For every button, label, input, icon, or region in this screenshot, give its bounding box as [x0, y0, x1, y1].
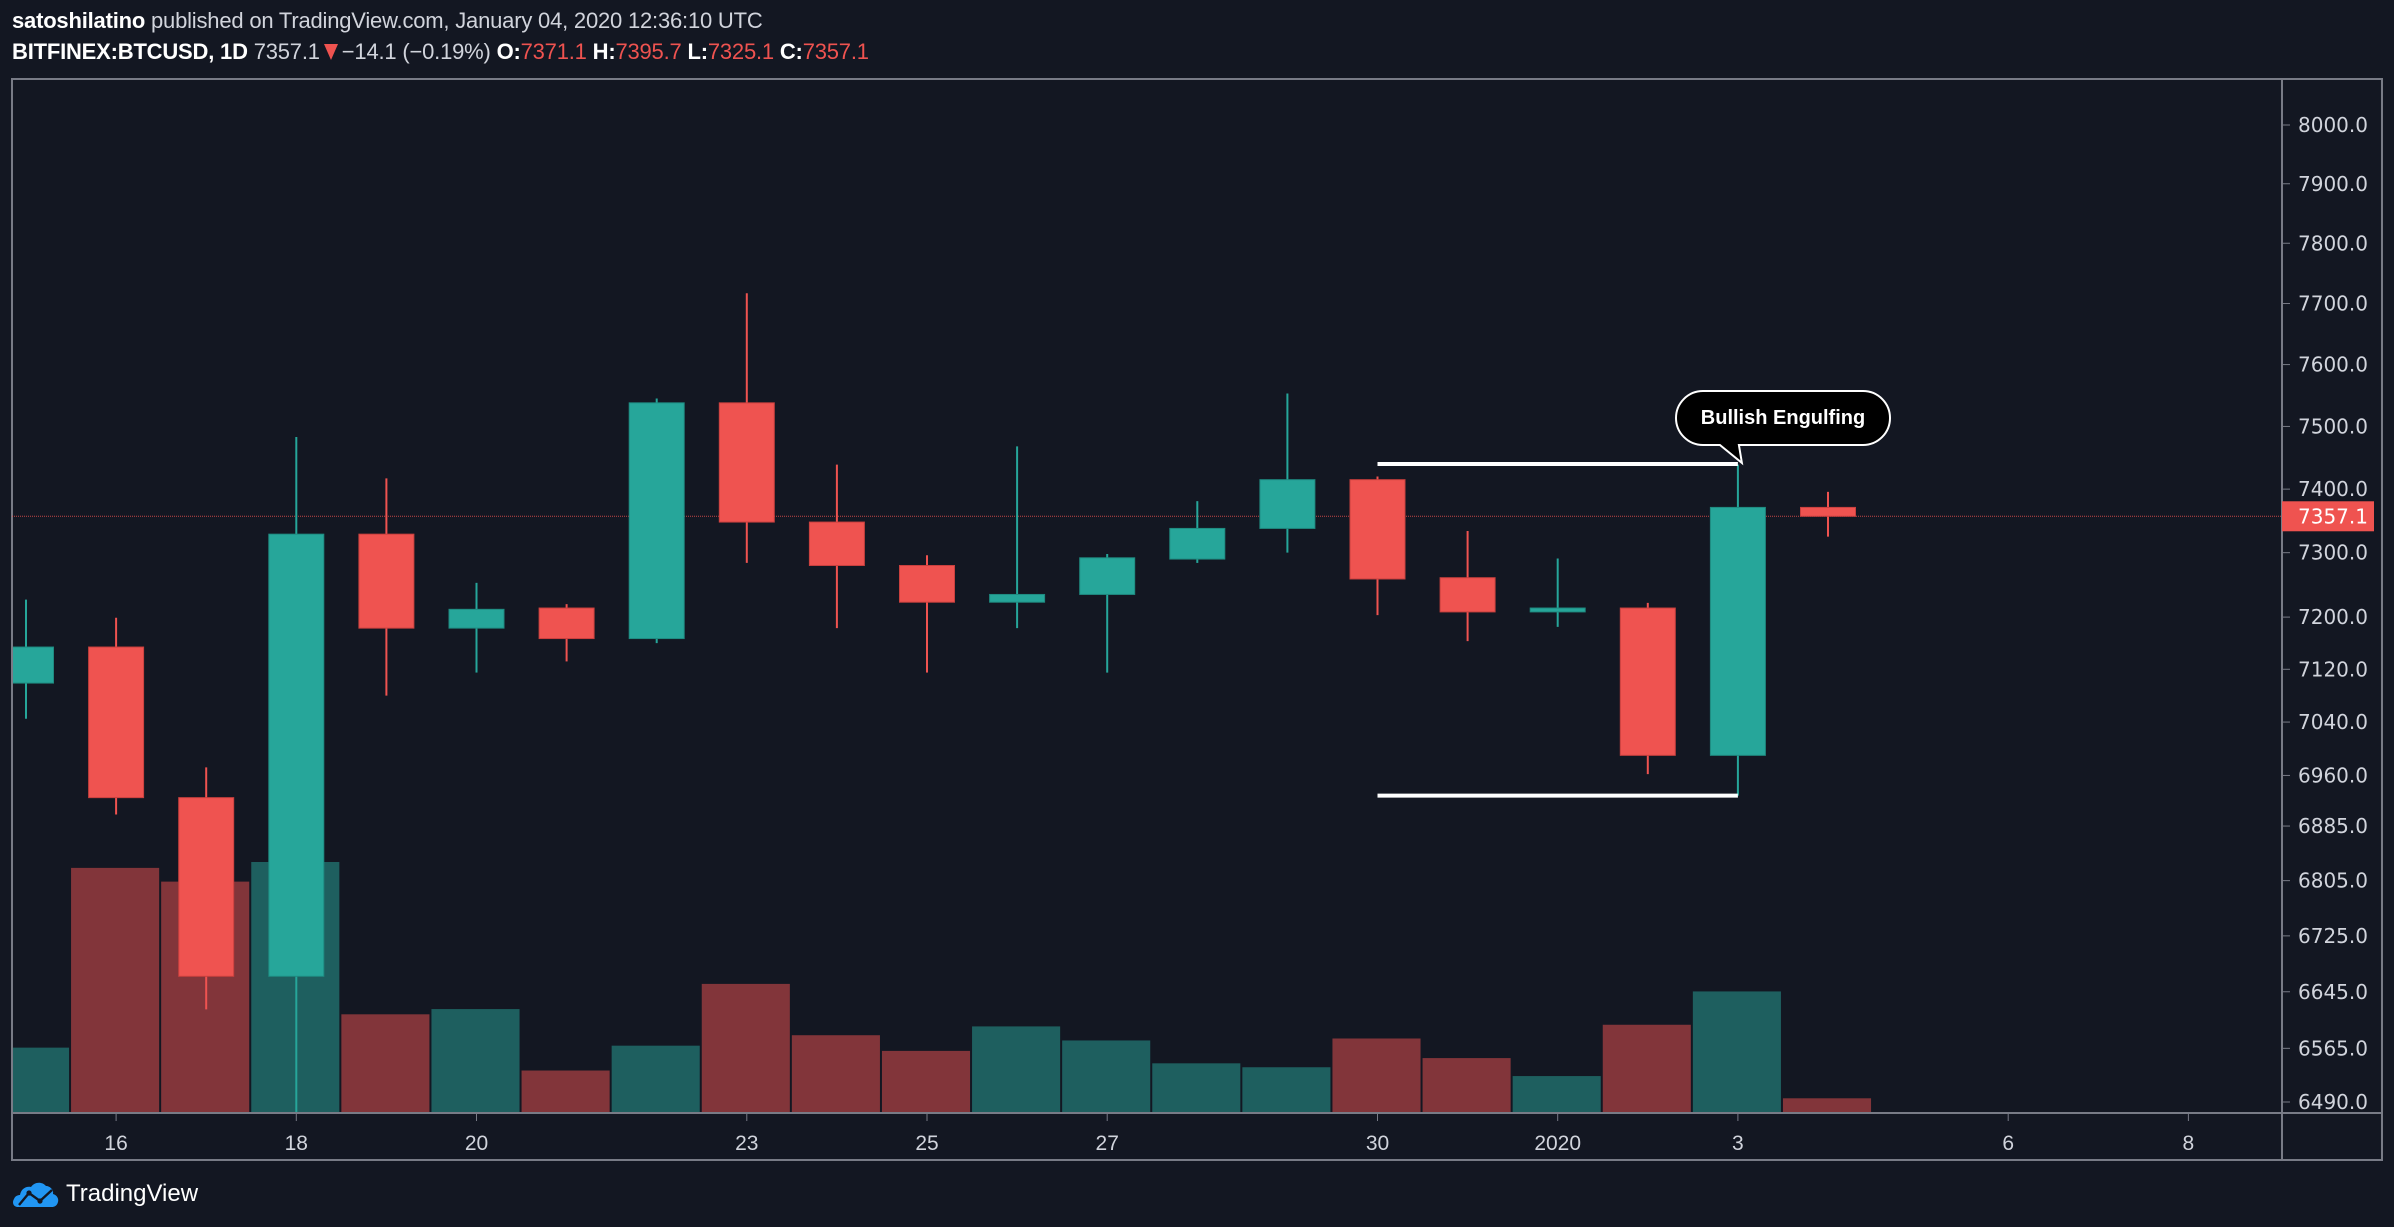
price-tick-label: 7200.0	[2298, 605, 2368, 629]
candle-body	[1259, 479, 1316, 529]
price-tick-label: 7600.0	[2298, 353, 2368, 377]
price-tick-label: 6885.0	[2298, 814, 2368, 838]
volume-bar	[71, 867, 160, 1112]
price-tick-label: 7120.0	[2298, 657, 2368, 681]
time-tick-label: 23	[735, 1132, 758, 1155]
candle-body	[989, 593, 1046, 603]
volume-bar	[341, 1014, 430, 1112]
candle-body	[1169, 527, 1226, 560]
volume-bar	[1602, 1024, 1691, 1112]
candle	[808, 464, 865, 629]
candle-body	[358, 533, 415, 629]
candle-body	[13, 646, 54, 684]
candle	[178, 767, 235, 1010]
candle-body	[1349, 479, 1406, 580]
price-tick-label: 8000.0	[2298, 113, 2368, 137]
candle-body	[1529, 607, 1586, 613]
candle	[899, 555, 955, 673]
candle-body	[178, 797, 235, 977]
time-tick-label: 18	[285, 1132, 308, 1155]
candle	[1619, 602, 1676, 775]
candle-body	[628, 402, 685, 640]
time-tick-label: 20	[465, 1132, 488, 1155]
candle	[1439, 530, 1496, 642]
time-tick-label: 3	[1732, 1132, 1744, 1155]
time-tick-label: 2020	[1534, 1132, 1581, 1155]
price-tick-label: 6565.0	[2298, 1036, 2368, 1060]
volume-bar	[1152, 1063, 1241, 1112]
candle-body	[808, 521, 865, 566]
candle	[538, 604, 595, 662]
candle-body	[268, 533, 325, 977]
price-axis[interactable]: 8000.0 7900.0 7800.0 7700.0 7600.0 7500.0 7400…	[2282, 113, 2374, 1114]
volume-bar	[1062, 1040, 1151, 1112]
candle-body	[88, 646, 145, 799]
price-tick-label: 6490.0	[2298, 1090, 2368, 1114]
volume-bar	[13, 1047, 70, 1112]
time-tick-label: 8	[2183, 1132, 2195, 1155]
time-tick-label: 27	[1096, 1132, 1119, 1155]
candle	[1800, 491, 1856, 537]
candle	[88, 617, 145, 815]
candle-body	[538, 607, 595, 640]
candle-body	[1439, 577, 1496, 613]
volume-bar	[1692, 991, 1781, 1112]
candle	[13, 599, 54, 719]
volume-bar	[521, 1070, 610, 1112]
price-tick-label: 7800.0	[2298, 231, 2368, 255]
time-tick-label: 6	[2002, 1132, 2014, 1155]
tradingview-cloud-icon	[13, 1182, 59, 1207]
volume-bar	[431, 1009, 520, 1112]
candlestick-chart[interactable]: Bullish Engulfing 8000.0 7900.0 7800.0 7700…	[0, 0, 2394, 1227]
price-tick-label: 7500.0	[2298, 414, 2368, 438]
volume-bar	[1422, 1058, 1511, 1112]
tradingview-brand: TradingView	[66, 1180, 199, 1207]
price-tick-label: 7400.0	[2298, 477, 2368, 501]
time-tick-label: 25	[915, 1132, 938, 1155]
candle	[1529, 558, 1586, 627]
volume-bar	[701, 983, 790, 1112]
candle	[358, 478, 415, 696]
price-tick-label: 7700.0	[2298, 292, 2368, 316]
tradingview-logo[interactable]: TradingView	[12, 1180, 198, 1208]
candle	[628, 398, 685, 644]
candle	[718, 293, 775, 563]
time-tick-label: 16	[104, 1132, 127, 1155]
candle-body	[448, 608, 505, 629]
price-tick-label: 6725.0	[2298, 924, 2368, 948]
candle-body	[718, 402, 775, 523]
price-tick-label: 7300.0	[2298, 541, 2368, 565]
candle-body	[1079, 557, 1136, 595]
volume-bar	[1242, 1067, 1331, 1112]
candle	[1079, 553, 1136, 673]
candle-body	[1709, 506, 1766, 756]
candle	[1709, 464, 1766, 796]
price-tick-label: 7040.0	[2298, 710, 2368, 734]
candle	[1259, 393, 1316, 553]
price-tick-label: 6645.0	[2298, 980, 2368, 1004]
candle	[989, 446, 1046, 629]
callout-text: Bullish Engulfing	[1701, 407, 1865, 429]
candle	[1349, 476, 1406, 616]
volume-bar	[1782, 1098, 1872, 1112]
volume-bar	[791, 1035, 880, 1112]
volume-bar	[1512, 1076, 1601, 1112]
volume-bar	[881, 1050, 971, 1112]
candle-body	[1619, 607, 1676, 756]
volume-bar	[611, 1045, 700, 1112]
volume-bar	[972, 1026, 1061, 1112]
volume-bar	[1332, 1038, 1421, 1112]
candle	[448, 582, 505, 673]
last-price-badge-label: 7357.1	[2298, 504, 2368, 528]
candle	[1169, 501, 1226, 563]
candle-body	[1800, 506, 1856, 517]
time-axis[interactable]: 16 18 20 23 25 27 30 2020 3 6 8	[104, 1113, 2194, 1155]
candle-body	[899, 564, 955, 603]
time-tick-label: 30	[1366, 1132, 1389, 1155]
price-tick-label: 6960.0	[2298, 763, 2368, 787]
price-tick-label: 7900.0	[2298, 172, 2368, 196]
price-tick-label: 6805.0	[2298, 869, 2368, 893]
